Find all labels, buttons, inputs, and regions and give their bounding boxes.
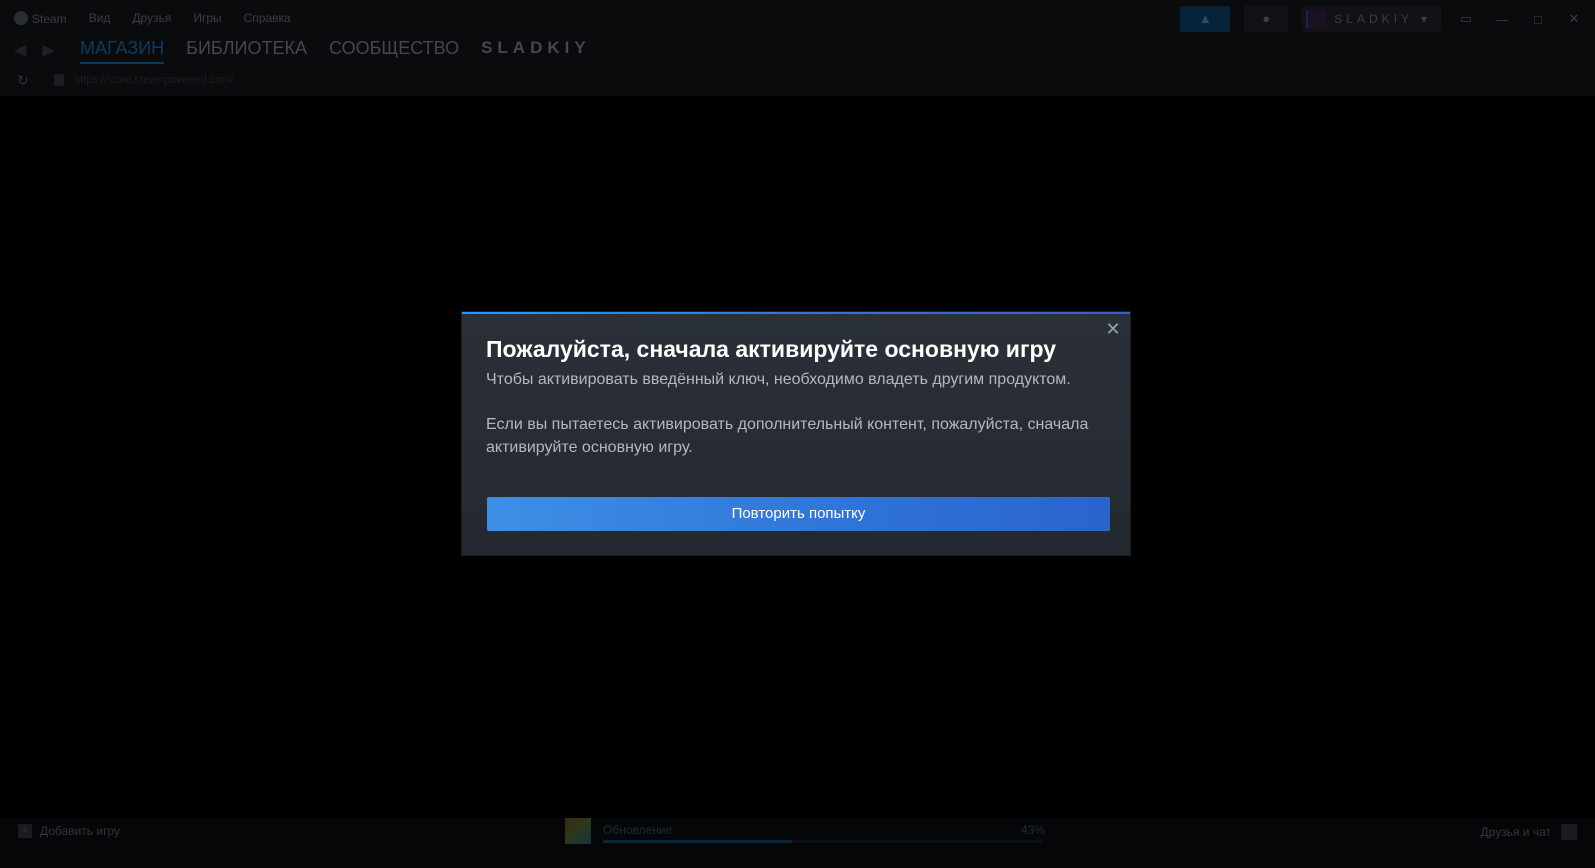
minimize-icon[interactable]: — [1491,12,1513,27]
update-progress-fill [603,840,793,843]
dialog-message-2: Если вы пытаетесь активировать дополните… [486,416,1089,456]
nav-bar: ◀ ▶ МАГАЗИН БИБЛИОТЕКА СООБЩЕСТВО SLADKI… [0,36,1595,66]
url-text[interactable]: https://store.steampowered.com/ [74,74,234,86]
forward-arrow-icon[interactable]: ▶ [42,40,54,60]
nav-tabs: МАГАЗИН БИБЛИОТЕКА СООБЩЕСТВО SLADKIY [80,38,591,64]
retry-button[interactable]: Повторить попытку [487,497,1110,531]
activation-error-dialog: ✕ Пожалуйста, сначала активируйте основн… [462,312,1130,555]
add-game-label: Добавить игру [40,824,120,838]
dialog-accent-line [462,312,1130,314]
lock-icon [54,74,64,86]
back-arrow-icon[interactable]: ◀ [14,40,26,60]
download-status[interactable]: Обновление 43% [565,818,1045,848]
nav-arrows: ◀ ▶ [14,40,55,60]
menu-games[interactable]: Игры [193,11,221,26]
plus-icon: + [18,824,32,838]
account-menu-button[interactable]: SLADKIY ▾ [1302,6,1441,32]
big-picture-icon[interactable]: ▭ [1455,11,1477,27]
announcements-button[interactable]: ▲ [1180,6,1231,32]
tab-library[interactable]: БИБЛИОТЕКА [186,38,307,64]
update-progress-track [603,840,1043,843]
notifications-button[interactable]: ● [1244,6,1289,32]
friends-chat-button[interactable]: Друзья и чат [1481,824,1577,840]
maximize-icon[interactable]: □ [1527,12,1549,27]
avatar [1306,10,1327,28]
steam-client-window: Steam Вид Друзья Игры Справка ▲ ● SLADKI… [0,0,1595,868]
menu-steam[interactable]: Steam [14,11,67,26]
menu-right-controls: ▲ ● SLADKIY ▾ ▭ — □ ✕ [1180,6,1585,32]
add-game-button[interactable]: + Добавить игру [18,824,120,838]
megaphone-icon: ▲ [1198,11,1212,26]
url-bar: ↻ https://store.steampowered.com/ [0,66,1595,96]
bell-icon: ● [1262,11,1271,26]
menu-steam-label: Steam [32,12,67,26]
bottom-bar: + Добавить игру Обновление 43% Друзья и … [0,818,1595,868]
tab-community[interactable]: СООБЩЕСТВО [329,38,459,64]
close-window-icon[interactable]: ✕ [1563,11,1585,27]
close-icon[interactable]: ✕ [1104,320,1122,338]
menu-friends[interactable]: Друзья [132,11,171,26]
game-thumbnail [565,818,591,844]
dialog-title: Пожалуйста, сначала активируйте основную… [486,336,1057,362]
chevron-down-icon: ▾ [1420,12,1431,26]
steam-logo-icon [14,11,28,25]
tab-store[interactable]: МАГАЗИН [80,38,165,64]
friends-chat-label: Друзья и чат [1480,825,1551,839]
update-label: Обновление [603,823,673,837]
menu-items: Steam Вид Друзья Игры Справка [14,11,291,26]
account-username: SLADKIY [1334,12,1413,26]
chat-icon [1561,824,1577,840]
menu-view[interactable]: Вид [89,11,111,26]
dialog-message-1: Чтобы активировать введённый ключ, необх… [486,371,1071,388]
tab-profile[interactable]: SLADKIY [481,38,591,64]
update-percent: 43% [1020,823,1045,837]
menu-bar: Steam Вид Друзья Игры Справка ▲ ● SLADKI… [0,0,1595,36]
menu-help[interactable]: Справка [244,11,291,26]
reload-icon[interactable]: ↻ [17,72,29,89]
